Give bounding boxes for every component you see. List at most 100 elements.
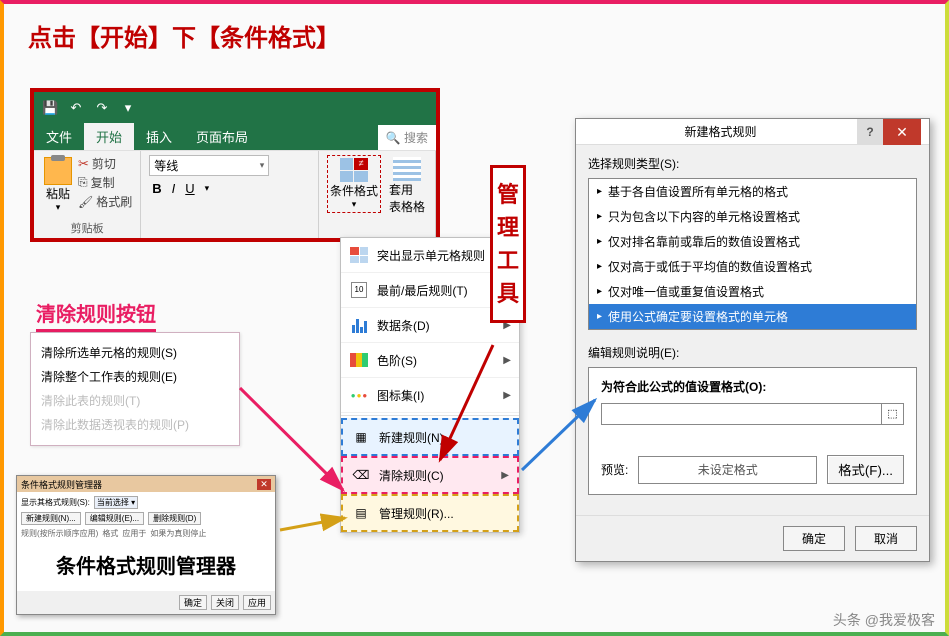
chevron-down-icon: ▾ [202, 182, 213, 195]
col-header: 规则(按所示顺序应用) [21, 528, 98, 539]
tab-file[interactable]: 文件 [34, 123, 84, 150]
redo-icon[interactable]: ↷ [94, 100, 110, 116]
rule-type-item[interactable]: 仅对高于或低于平均值的数值设置格式 [589, 254, 916, 279]
menu-color-scales[interactable]: 色阶(S)▶ [341, 343, 519, 378]
preview-label: 预览: [601, 461, 628, 478]
mgr-edit-button[interactable]: 编辑规则(E)... [85, 512, 144, 525]
tab-layout[interactable]: 页面布局 [184, 123, 260, 150]
bold-button[interactable]: B [149, 180, 164, 197]
top10-icon: 10 [349, 281, 369, 299]
cut-label: 剪切 [92, 155, 116, 172]
menu-label: 管理规则(R)... [379, 505, 454, 522]
mgr-delete-button[interactable]: 删除规则(D) [148, 512, 201, 525]
dialog-title-text: 新建格式规则 [584, 123, 857, 140]
clear-table: 清除此表的规则(T) [41, 389, 229, 413]
highlight-icon [349, 246, 369, 264]
paste-button[interactable]: 粘贴 ▾ [42, 155, 74, 215]
rules-manager-window: 条件格式规则管理器 ✕ 显示其格式规则(S): 当前选择 ▾ 新建规则(N)..… [16, 475, 276, 615]
clipboard-icon [44, 157, 72, 185]
save-icon[interactable]: 💾 [42, 100, 58, 116]
italic-button[interactable]: I [169, 180, 179, 197]
show-rules-combo[interactable]: 当前选择 ▾ [94, 496, 138, 509]
formula-label: 为符合此公式的值设置格式(O): [601, 378, 904, 395]
rule-type-item[interactable]: 仅对唯一值或重复值设置格式 [589, 279, 916, 304]
menu-label: 色阶(S) [377, 352, 417, 369]
clipboard-group: 粘贴 ▾ ✂剪切 ⎘复制 🖌格式刷 剪贴板 [34, 151, 141, 238]
edit-rule-label: 编辑规则说明(E): [588, 344, 917, 361]
page-title: 点击【开始】下【条件格式】 [28, 18, 340, 53]
copy-button[interactable]: ⎘复制 [78, 174, 132, 191]
menu-separator [341, 415, 519, 416]
table-icon [393, 157, 421, 181]
mgr-ok-button[interactable]: 确定 [179, 595, 207, 610]
close-icon[interactable]: ✕ [257, 479, 271, 490]
cut-button[interactable]: ✂剪切 [78, 155, 132, 172]
databars-icon [349, 316, 369, 334]
preview-box: 未设定格式 [638, 456, 817, 484]
menu-manage-rules[interactable]: ▤ 管理规则(R)... [341, 494, 519, 532]
format-button[interactable]: 格式(F)... [827, 455, 904, 484]
select-rule-type-label: 选择规则类型(S): [588, 155, 917, 172]
iconsets-icon: ●●● [349, 386, 369, 404]
table-label: 套用 表格格 [389, 181, 425, 215]
help-icon[interactable]: ? [857, 119, 883, 145]
chevron-down-icon: ▾ [56, 202, 61, 213]
clear-icon: ⌫ [351, 466, 371, 484]
menu-clear-rules[interactable]: ⌫ 清除规则(C)▶ [341, 456, 519, 494]
edit-rule-area: 为符合此公式的值设置格式(O): ⬚ 预览: 未设定格式 格式(F)... [588, 367, 917, 495]
clipboard-group-label: 剪贴板 [42, 220, 132, 236]
new-rule-dialog: 新建格式规则 ? ✕ 选择规则类型(S): 基于各自值设置所有单元格的格式 只为… [575, 118, 930, 562]
rule-type-item[interactable]: 只为包含以下内容的单元格设置格式 [589, 204, 916, 229]
excel-ribbon: 💾 ↶ ↷ ▾ 文件 开始 插入 页面布局 🔍 搜索 粘贴 ▾ ✂剪切 ⎘复制 … [30, 88, 440, 242]
font-name-combo[interactable]: 等线▾ [149, 155, 269, 176]
format-as-table-button[interactable]: 套用 表格格 [387, 155, 427, 217]
rule-type-item[interactable]: 基于各自值设置所有单元格的格式 [589, 179, 916, 204]
copy-label: 复制 [91, 174, 115, 191]
ribbon-body: 粘贴 ▾ ✂剪切 ⎘复制 🖌格式刷 剪贴板 等线▾ B I U ▾ [34, 150, 436, 238]
watermark: 头条 @我爱极客 [833, 610, 935, 630]
format-painter-button[interactable]: 🖌格式刷 [78, 193, 132, 210]
chevron-right-icon: ▶ [503, 390, 511, 401]
clear-rules-submenu: 清除所选单元格的规则(S) 清除整个工作表的规则(E) 清除此表的规则(T) 清… [30, 332, 240, 446]
menu-label: 清除规则(C) [379, 467, 444, 484]
qat-more-icon[interactable]: ▾ [120, 100, 136, 116]
menu-icon-sets[interactable]: ●●● 图标集(I) ▶ [341, 378, 519, 413]
quick-access-toolbar: 💾 ↶ ↷ ▾ [34, 92, 436, 124]
rule-type-item[interactable]: 仅对排名靠前或靠后的数值设置格式 [589, 229, 916, 254]
conditional-formatting-button[interactable]: ≠ 条件格式 ▾ [327, 155, 381, 213]
font-name-value: 等线 [154, 157, 178, 174]
close-icon[interactable]: ✕ [883, 119, 921, 145]
menu-label: 图标集(I) [377, 387, 424, 404]
manager-titlebar: 条件格式规则管理器 ✕ [17, 476, 275, 492]
ribbon-tabs: 文件 开始 插入 页面布局 🔍 搜索 [34, 124, 436, 150]
clear-sheet[interactable]: 清除整个工作表的规则(E) [41, 365, 229, 389]
mgr-new-button[interactable]: 新建规则(N)... [21, 512, 81, 525]
cond-format-label: 条件格式 [330, 182, 378, 199]
new-rule-icon: ▦ [351, 428, 371, 446]
ribbon-search[interactable]: 🔍 搜索 [378, 125, 436, 150]
mgr-close-button[interactable]: 关闭 [211, 595, 239, 610]
menu-new-rule[interactable]: ▦ 新建规则(N)... [341, 418, 519, 456]
tab-home[interactable]: 开始 [84, 123, 134, 150]
tab-insert[interactable]: 插入 [134, 123, 184, 150]
styles-group: ≠ 条件格式 ▾ 套用 表格格 [319, 151, 436, 238]
mgr-apply-button[interactable]: 应用 [243, 595, 271, 610]
cancel-button[interactable]: 取消 [855, 526, 917, 551]
ok-button[interactable]: 确定 [783, 526, 845, 551]
copy-icon: ⎘ [78, 175, 88, 190]
manage-icon: ▤ [351, 504, 371, 522]
underline-button[interactable]: U [182, 180, 197, 197]
range-picker-icon[interactable]: ⬚ [881, 404, 903, 424]
menu-label: 数据条(D) [377, 317, 430, 334]
rule-type-item-selected[interactable]: 使用公式确定要设置格式的单元格 [589, 304, 916, 329]
brush-icon: 🖌 [78, 195, 93, 209]
clear-selected[interactable]: 清除所选单元格的规则(S) [41, 341, 229, 365]
font-group: 等线▾ B I U ▾ [141, 151, 319, 238]
dialog-titlebar: 新建格式规则 ? ✕ [576, 119, 929, 145]
manager-title-text: 条件格式规则管理器 [21, 478, 102, 491]
formula-input[interactable] [602, 404, 881, 424]
rule-type-list: 基于各自值设置所有单元格的格式 只为包含以下内容的单元格设置格式 仅对排名靠前或… [588, 178, 917, 330]
formula-input-wrap: ⬚ [601, 403, 904, 425]
colorscale-icon [349, 351, 369, 369]
undo-icon[interactable]: ↶ [68, 100, 84, 116]
